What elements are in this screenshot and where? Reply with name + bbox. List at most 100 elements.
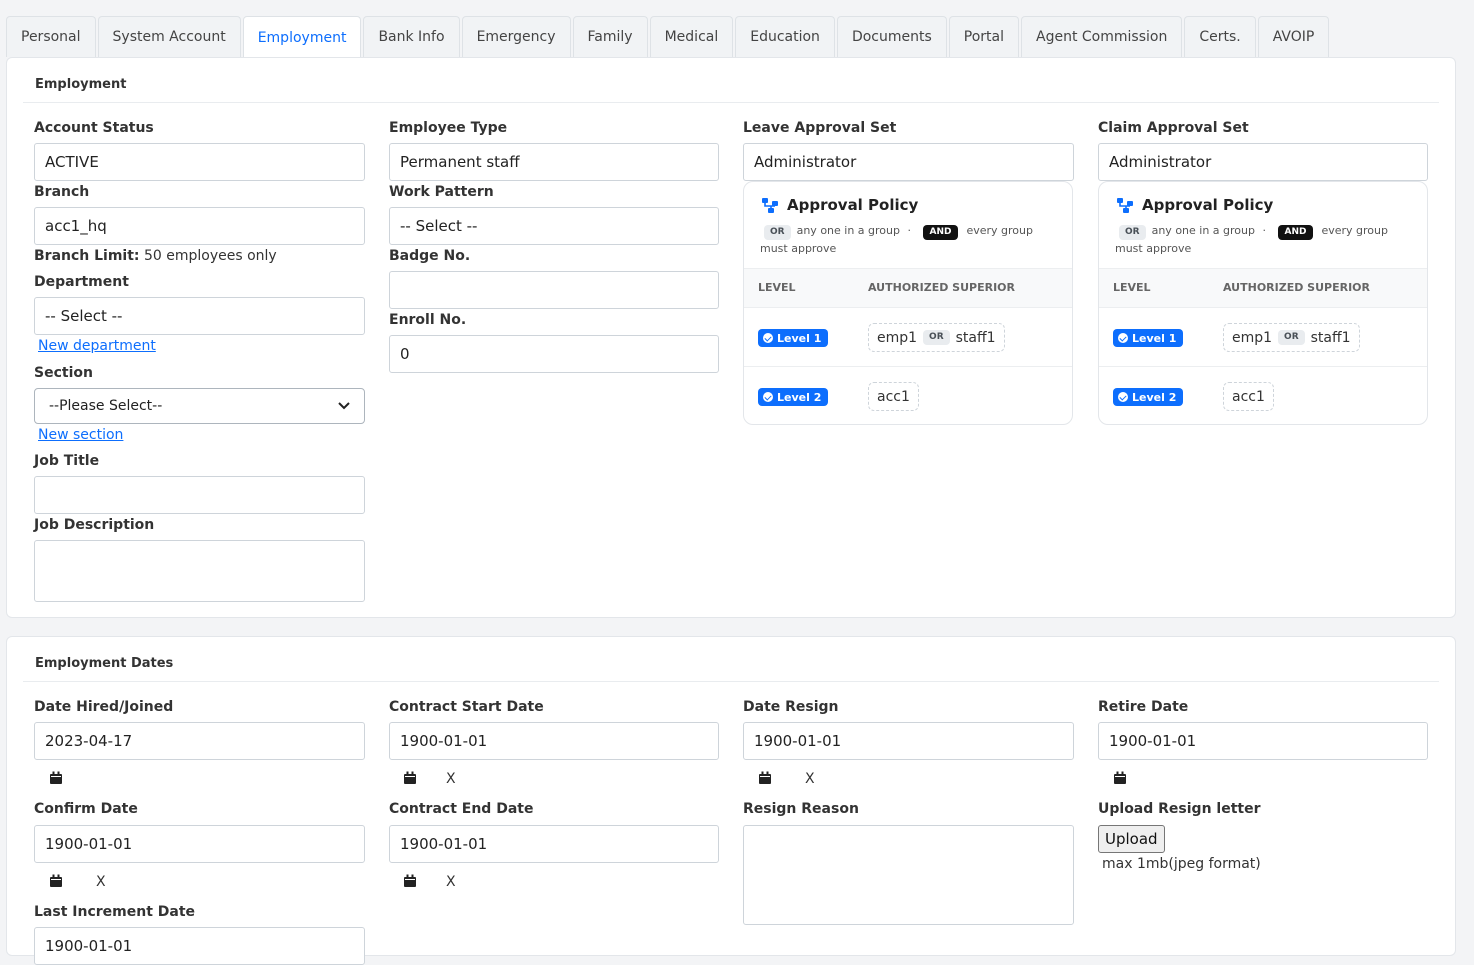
- calendar-icon[interactable]: [49, 771, 63, 785]
- calendar-icon[interactable]: [1113, 771, 1127, 785]
- tab-family[interactable]: Family: [572, 16, 648, 57]
- col-level: LEVEL: [758, 281, 796, 294]
- leave-approval-set-field[interactable]: Administrator: [743, 143, 1074, 181]
- calendar-icon[interactable]: [758, 771, 772, 785]
- upload-button[interactable]: Upload: [1098, 825, 1165, 853]
- enroll-no-label: Enroll No.: [389, 312, 467, 328]
- badge-no-field[interactable]: [389, 271, 719, 309]
- department-field[interactable]: -- Select --: [34, 297, 365, 335]
- contract-end-label: Contract End Date: [389, 801, 534, 817]
- level-badge: Level 2: [1113, 388, 1184, 406]
- policy-header: Approval Policy: [1117, 196, 1273, 214]
- check-circle-icon: [763, 392, 773, 402]
- employee-type-field[interactable]: Permanent staff: [389, 143, 719, 181]
- level-label: Level 1: [777, 331, 822, 345]
- last-increment-field[interactable]: 1900-01-01: [34, 927, 365, 965]
- job-title-field[interactable]: [34, 476, 365, 514]
- confirm-date-label: Confirm Date: [34, 801, 138, 817]
- section-select[interactable]: --Please Select--: [34, 388, 365, 424]
- work-pattern-label: Work Pattern: [389, 184, 494, 200]
- policy-row: Level 1 emp1 OR staff1: [744, 308, 1072, 367]
- policy-table-header: LEVEL AUTHORIZED SUPERIOR: [1099, 268, 1427, 308]
- policy-table-header: LEVEL AUTHORIZED SUPERIOR: [744, 268, 1072, 308]
- new-department-link[interactable]: New department: [38, 338, 156, 354]
- contract-end-field[interactable]: 1900-01-01: [389, 825, 719, 863]
- badge-no-label: Badge No.: [389, 248, 471, 264]
- clear-date-resign[interactable]: X: [805, 771, 815, 787]
- resign-reason-field[interactable]: [743, 825, 1074, 925]
- clear-confirm-date[interactable]: X: [96, 874, 106, 890]
- tab-system-account[interactable]: System Account: [97, 16, 241, 57]
- clear-contract-end[interactable]: X: [446, 874, 456, 890]
- retire-date-label: Retire Date: [1098, 699, 1189, 715]
- tab-bank-info[interactable]: Bank Info: [363, 16, 460, 57]
- branch-field[interactable]: acc1_hq: [34, 207, 365, 245]
- confirm-date-field[interactable]: 1900-01-01: [34, 825, 365, 863]
- tab-emergency[interactable]: Emergency: [461, 16, 571, 57]
- branch-limit-value: 50 employees only: [143, 248, 277, 264]
- or-chip: OR: [923, 330, 950, 345]
- tab-portal[interactable]: Portal: [948, 16, 1019, 57]
- branch-limit-label: Branch Limit:: [34, 248, 140, 264]
- superior-name: emp1: [877, 329, 918, 346]
- policy-row: Level 1 emp1 OR staff1: [1099, 308, 1427, 367]
- tab-agent-commission[interactable]: Agent Commission: [1021, 16, 1183, 57]
- superior-name: acc1: [877, 388, 910, 405]
- retire-date-field[interactable]: 1900-01-01: [1098, 722, 1428, 760]
- check-circle-icon: [763, 333, 773, 343]
- tab-employment[interactable]: Employment: [242, 16, 362, 58]
- section-label: Section: [34, 365, 93, 381]
- and-chip: AND: [922, 225, 959, 240]
- last-increment-label: Last Increment Date: [34, 904, 196, 920]
- tab-certs[interactable]: Certs.: [1184, 16, 1256, 57]
- contract-start-label: Contract Start Date: [389, 699, 544, 715]
- new-section-link[interactable]: New section: [38, 427, 123, 443]
- superior-group: emp1 OR staff1: [1223, 323, 1360, 352]
- sitemap-icon: [1117, 197, 1133, 213]
- chevron-down-icon: [338, 402, 350, 410]
- tab-personal[interactable]: Personal: [6, 16, 96, 57]
- level-badge: Level 2: [758, 388, 829, 406]
- clear-contract-start[interactable]: X: [446, 771, 456, 787]
- level-label: Level 2: [1132, 390, 1177, 404]
- calendar-icon[interactable]: [49, 874, 63, 888]
- tab-avoip[interactable]: AVOIP: [1257, 16, 1330, 57]
- upload-resign-label: Upload Resign letter: [1098, 801, 1261, 817]
- account-status-label: Account Status: [34, 120, 154, 136]
- date-resign-label: Date Resign: [743, 699, 839, 715]
- or-chip: OR: [1278, 330, 1305, 345]
- tab-education[interactable]: Education: [735, 16, 835, 57]
- claim-approval-set-label: Claim Approval Set: [1098, 120, 1249, 136]
- tab-medical[interactable]: Medical: [649, 16, 734, 57]
- branch-limit-note: Branch Limit: 50 employees only: [34, 248, 277, 264]
- separator-dot: ·: [1262, 224, 1267, 237]
- department-label: Department: [34, 274, 129, 290]
- employment-dates-card: Employment Dates: [6, 636, 1456, 956]
- superior-group: acc1: [1223, 382, 1274, 411]
- employee-type-label: Employee Type: [389, 120, 508, 136]
- level-label: Level 1: [1132, 331, 1177, 345]
- superior-name: acc1: [1232, 388, 1265, 405]
- level-badge: Level 1: [1113, 329, 1184, 347]
- check-circle-icon: [1118, 392, 1128, 402]
- claim-approval-set-field[interactable]: Administrator: [1098, 143, 1428, 181]
- work-pattern-field[interactable]: -- Select --: [389, 207, 719, 245]
- or-chip: OR: [764, 225, 791, 240]
- policy-title: Approval Policy: [1142, 196, 1274, 214]
- policy-header: Approval Policy: [762, 196, 918, 214]
- enroll-no-field[interactable]: 0: [389, 335, 719, 373]
- contract-start-field[interactable]: 1900-01-01: [389, 722, 719, 760]
- section-select-value: --Please Select--: [49, 398, 163, 414]
- calendar-icon[interactable]: [403, 771, 417, 785]
- tab-documents[interactable]: Documents: [836, 16, 947, 57]
- account-status-field[interactable]: ACTIVE: [34, 143, 365, 181]
- calendar-icon[interactable]: [403, 874, 417, 888]
- divider: [23, 681, 1439, 682]
- divider: [23, 102, 1439, 103]
- policy-row: Level 2 acc1: [1099, 367, 1427, 424]
- superior-group: acc1: [868, 382, 919, 411]
- date-hired-field[interactable]: 2023-04-17: [34, 722, 365, 760]
- date-resign-field[interactable]: 1900-01-01: [743, 722, 1074, 760]
- job-description-field[interactable]: [34, 540, 365, 602]
- or-chip: OR: [1119, 225, 1146, 240]
